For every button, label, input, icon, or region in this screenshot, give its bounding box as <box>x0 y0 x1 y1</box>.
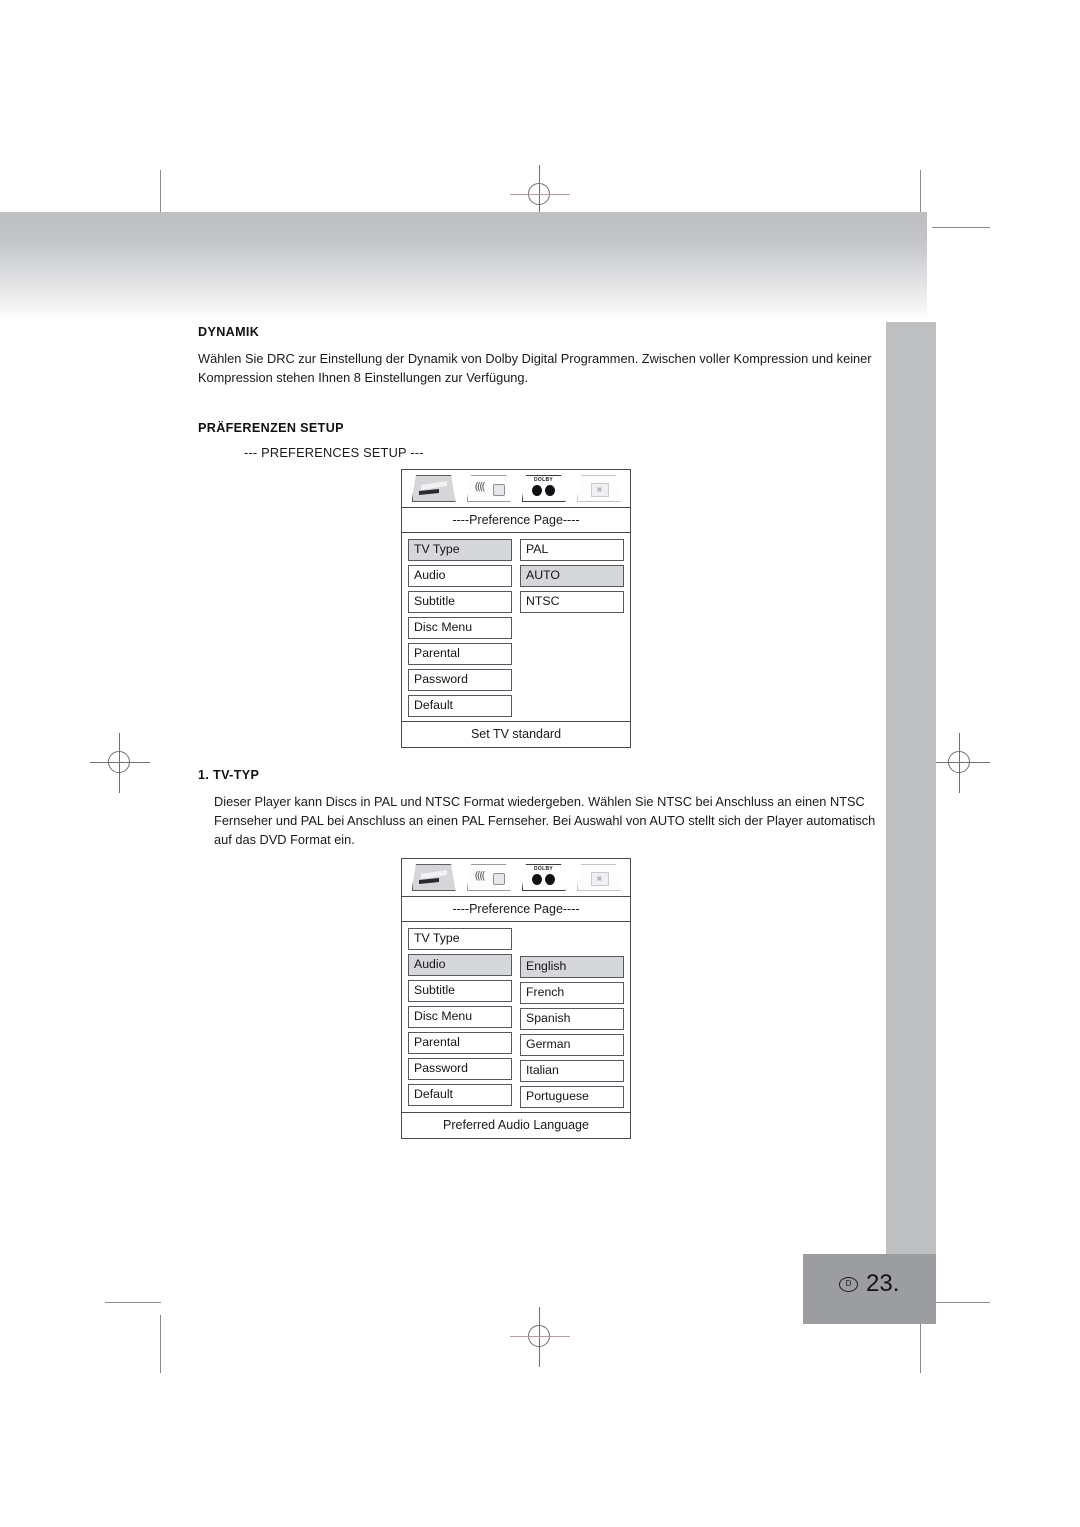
osd-item-audio[interactable]: Audio <box>408 565 512 587</box>
osd-item-default[interactable]: Default <box>408 695 512 717</box>
language-badge: D <box>839 1276 858 1292</box>
dolby-dot-right <box>544 874 555 885</box>
osd-right-column: English French Spanish German Italian Po… <box>520 956 624 1108</box>
registration-vertical <box>959 733 960 793</box>
osd-item-parental[interactable]: Parental <box>408 643 512 665</box>
osd-left-column: TV Type Audio Subtitle Disc Menu Parenta… <box>408 539 512 717</box>
icon-detail: ▣ <box>590 872 609 886</box>
osd-option-ntsc[interactable]: NTSC <box>520 591 624 613</box>
header-gradient-band <box>0 212 927 320</box>
osd-icon-row: (((( DOLBY ▣ <box>402 859 630 897</box>
osd-body: TV Type Audio Subtitle Disc Menu Parenta… <box>402 533 630 722</box>
osd-item-password[interactable]: Password <box>408 1058 512 1080</box>
section-body-tv-typ: Dieser Player kann Discs in PAL und NTSC… <box>214 794 876 847</box>
osd-item-password[interactable]: Password <box>408 669 512 691</box>
osd-option-portuguese[interactable]: Portuguese <box>520 1086 624 1108</box>
osd-title: ----Preference Page---- <box>402 897 630 922</box>
crop-mark-bottom-left-horizontal <box>105 1302 161 1303</box>
section-heading-dynamik: DYNAMIK <box>198 325 260 339</box>
osd-option-german[interactable]: German <box>520 1034 624 1056</box>
sound-wave-glyph: (((( <box>474 480 486 493</box>
preferences-setup-icon[interactable]: ▣ <box>576 864 621 891</box>
crop-mark-top-right-horizontal <box>932 227 990 228</box>
preferences-setup-icon[interactable]: ▣ <box>576 475 621 502</box>
osd-option-english[interactable]: English <box>520 956 624 978</box>
osd-menu-preference-tv-type[interactable]: (((( DOLBY ▣ ----Preference Page---- TV … <box>401 469 631 748</box>
osd-item-tv-type[interactable]: TV Type <box>408 928 512 950</box>
osd-option-pal[interactable]: PAL <box>520 539 624 561</box>
dolby-dot-right <box>544 485 555 496</box>
registration-mark-bottom <box>510 1307 570 1367</box>
osd-left-column: TV Type Audio Subtitle Disc Menu Parenta… <box>408 928 512 1108</box>
general-setup-icon[interactable] <box>411 864 456 891</box>
section-heading-tv-typ: 1. TV-TYP <box>198 768 260 782</box>
audio-setup-icon[interactable]: (((( <box>466 864 511 891</box>
osd-item-disc-menu[interactable]: Disc Menu <box>408 617 512 639</box>
osd-item-disc-menu[interactable]: Disc Menu <box>408 1006 512 1028</box>
osd-option-italian[interactable]: Italian <box>520 1060 624 1082</box>
osd-title: ----Preference Page---- <box>402 508 630 533</box>
registration-horizontal <box>930 762 990 763</box>
section-body-dynamik: Wählen Sie DRC zur Einstellung der Dynam… <box>198 351 872 385</box>
content-column: DYNAMIK Wählen Sie DRC zur Einstellung d… <box>198 325 888 1139</box>
osd-item-audio[interactable]: Audio <box>408 954 512 976</box>
osd-item-subtitle[interactable]: Subtitle <box>408 591 512 613</box>
crop-mark-bottom-right-horizontal <box>932 1302 990 1303</box>
osd-right-column: PAL AUTO NTSC <box>520 539 624 717</box>
dolby-wordmark: DOLBY <box>534 866 553 872</box>
osd-body: TV Type Audio Subtitle Disc Menu Parenta… <box>402 922 630 1113</box>
registration-horizontal <box>90 762 150 763</box>
registration-horizontal <box>510 194 570 195</box>
speaker-glyph <box>492 484 505 496</box>
registration-horizontal <box>510 1336 570 1337</box>
registration-vertical <box>119 733 120 793</box>
dolby-dot-left <box>531 874 542 885</box>
icon-detail: ▣ <box>590 483 609 497</box>
preferences-setup-caption: --- PREFERENCES SETUP --- <box>244 445 424 460</box>
dolby-wordmark: DOLBY <box>534 477 553 483</box>
sound-wave-glyph: (((( <box>474 869 486 882</box>
audio-setup-icon[interactable]: (((( <box>466 475 511 502</box>
osd-option-spanish[interactable]: Spanish <box>520 1008 624 1030</box>
osd-item-parental[interactable]: Parental <box>408 1032 512 1054</box>
osd-icon-row: (((( DOLBY ▣ <box>402 470 630 508</box>
dolby-setup-icon[interactable]: DOLBY <box>521 864 566 891</box>
right-side-bar <box>886 322 936 1254</box>
osd-option-auto[interactable]: AUTO <box>520 565 624 587</box>
speaker-glyph <box>492 873 505 885</box>
crop-mark-bottom-left-vertical <box>160 1315 161 1373</box>
dolby-setup-icon[interactable]: DOLBY <box>521 475 566 502</box>
registration-mark-left <box>90 733 150 793</box>
registration-vertical <box>539 1307 540 1367</box>
registration-mark-right <box>930 733 990 793</box>
page-number-block: D 23. <box>803 1254 936 1324</box>
osd-footer: Preferred Audio Language <box>443 1118 589 1132</box>
dolby-dot-left <box>531 485 542 496</box>
osd-footer: Set TV standard <box>470 727 562 741</box>
page-number: 23. <box>866 1270 900 1297</box>
page-number-group: D 23. <box>839 1270 899 1298</box>
osd-option-french[interactable]: French <box>520 982 624 1004</box>
osd-item-default[interactable]: Default <box>408 1084 512 1106</box>
section-heading-praeferenzen-setup: PRÄFERENZEN SETUP <box>198 421 344 435</box>
osd-item-subtitle[interactable]: Subtitle <box>408 980 512 1002</box>
general-setup-icon[interactable] <box>411 475 456 502</box>
osd-item-tv-type[interactable]: TV Type <box>408 539 512 561</box>
osd-menu-preference-audio-language[interactable]: (((( DOLBY ▣ ----Preference Page---- TV … <box>401 858 631 1139</box>
